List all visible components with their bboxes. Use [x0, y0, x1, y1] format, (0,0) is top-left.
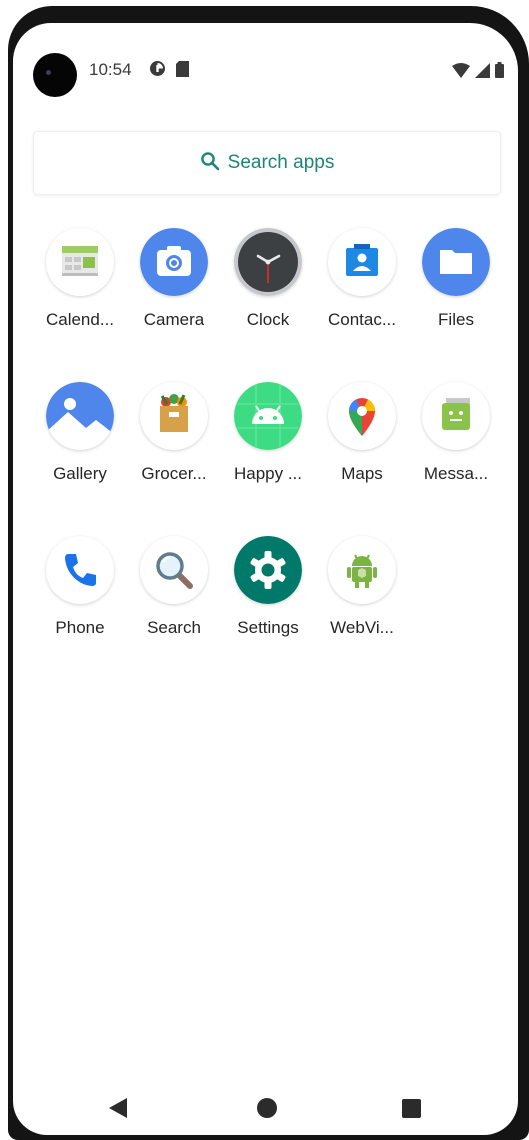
app-gallery[interactable]: Gallery: [33, 382, 127, 512]
signal-icon: [475, 62, 490, 83]
search-magnifier-icon: [140, 536, 208, 604]
app-webview[interactable]: WebVi...: [315, 536, 409, 666]
data-saver-icon: [149, 60, 166, 82]
calendar-icon: [46, 228, 114, 296]
camera-icon: [140, 228, 208, 296]
status-time: 10:54: [89, 60, 132, 79]
gallery-icon: [46, 382, 114, 450]
device-frame: 10:54 Search apps Calend... Camera Clock…: [0, 0, 529, 1140]
settings-icon: [234, 536, 302, 604]
search-apps-bar[interactable]: Search apps: [33, 131, 501, 195]
app-camera[interactable]: Camera: [127, 228, 221, 358]
contacts-icon: [328, 228, 396, 296]
home-icon[interactable]: [257, 1098, 277, 1118]
app-phone[interactable]: Phone: [33, 536, 127, 666]
app-label: Clock: [246, 310, 290, 329]
app-label: Contac...: [327, 310, 397, 329]
app-label: Calend...: [45, 310, 115, 329]
app-search[interactable]: Search: [127, 536, 221, 666]
search-apps-label: Search apps: [227, 152, 335, 173]
search-icon: [200, 151, 220, 176]
app-label: Phone: [55, 618, 105, 637]
sd-card-icon: [176, 60, 189, 82]
app-maps[interactable]: Maps: [315, 382, 409, 512]
front-camera: [33, 53, 77, 97]
app-label: Messa...: [423, 464, 489, 483]
recents-icon[interactable]: [402, 1099, 421, 1118]
phone-icon: [46, 536, 114, 604]
app-clock[interactable]: Clock: [221, 228, 315, 358]
webview-icon: [328, 536, 396, 604]
app-label: Grocer...: [141, 464, 207, 483]
app-settings[interactable]: Settings: [221, 536, 315, 666]
status-left-icons: [149, 60, 189, 82]
app-label: Happy ...: [233, 464, 303, 483]
app-happy-birthday[interactable]: Happy ...: [221, 382, 315, 512]
app-messages[interactable]: Messa...: [409, 382, 503, 512]
navigation-bar: [13, 1088, 518, 1128]
app-label: Camera: [143, 310, 205, 329]
app-label: Files: [438, 310, 474, 329]
maps-icon: [328, 382, 396, 450]
app-calendar[interactable]: Calend...: [33, 228, 127, 358]
wifi-icon: [452, 62, 470, 83]
battery-icon: [495, 62, 504, 83]
app-label: Gallery: [53, 464, 107, 483]
back-icon[interactable]: [109, 1098, 127, 1123]
files-icon: [422, 228, 490, 296]
messages-icon: [422, 382, 490, 450]
grocery-icon: [140, 382, 208, 450]
app-label: Search: [147, 618, 201, 637]
app-label: Settings: [237, 618, 299, 637]
clock-icon: [234, 228, 302, 296]
app-files[interactable]: Files: [409, 228, 503, 358]
home-screen: 10:54 Search apps Calend... Camera Clock…: [13, 23, 518, 1135]
app-label: Maps: [341, 464, 383, 483]
app-label: WebVi...: [330, 618, 394, 637]
app-contacts[interactable]: Contac...: [315, 228, 409, 358]
status-right-icons: [452, 62, 504, 83]
app-grocery[interactable]: Grocer...: [127, 382, 221, 512]
android-icon: [234, 382, 302, 450]
